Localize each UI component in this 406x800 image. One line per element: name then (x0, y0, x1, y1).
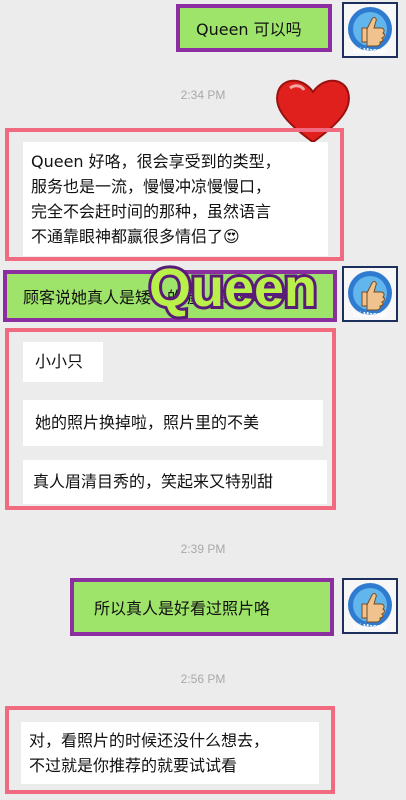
avatar[interactable]: Ini Macam (342, 2, 398, 58)
received-message-review[interactable]: Queen 好咯，很会享受到的类型， 服务也是一流，慢慢冲凉慢慢口， 完全不会赶… (5, 128, 344, 261)
received-message-small[interactable]: 小小只 (23, 342, 103, 382)
received-message-photo[interactable]: 她的照片换掉啦，照片里的不美 (23, 400, 323, 446)
message-line: 服务也是一流，慢慢冲凉慢慢口， (31, 177, 272, 196)
thumbs-up-icon: Ini Macam (348, 271, 392, 319)
timestamp: 2:56 PM (180, 672, 226, 686)
avatar-label: Ini Macam (353, 312, 387, 319)
message-line: Queen 好咯，很会享受到的类型， (31, 152, 281, 171)
message-text: 真人眉清目秀的，笑起来又特别甜 (33, 472, 274, 491)
received-message-will-try[interactable]: 对，看照片的时候还没什么想去， 不过就是你推荐的就要试试看 (5, 706, 335, 794)
avatar-label: Ini Macam (353, 624, 387, 631)
message-text: Queen 可以吗 (196, 20, 302, 39)
thumbs-up-icon: Ini Macam (348, 583, 392, 631)
sent-message-queen-ok[interactable]: Queen 可以吗 (176, 4, 332, 52)
received-message-sweet[interactable]: 真人眉清目秀的，笑起来又特别甜 (23, 460, 327, 504)
timestamp: 2:39 PM (180, 542, 226, 556)
message-text: 她的照片换掉啦，照片里的不美 (35, 413, 260, 432)
message-text: 小小只 (35, 352, 84, 371)
avatar[interactable]: Ini Macam (342, 266, 398, 322)
message-line: 完全不会赶时间的那种，虽然语言 (31, 202, 272, 221)
queen-sticker: Queen (146, 255, 320, 321)
message-text: 所以真人是好看过照片咯 (94, 599, 271, 618)
avatar-label: Ini Macam (353, 48, 387, 55)
message-line: 对，看照片的时候还没什么想去， (29, 731, 270, 750)
avatar[interactable]: Ini Macam (342, 578, 398, 634)
sent-message-better-than-photo[interactable]: 所以真人是好看过照片咯 (70, 578, 334, 636)
message-line: 不过就是你推荐的就要试试看 (29, 756, 238, 775)
thumbs-up-icon: Ini Macam (348, 7, 392, 55)
queen-sticker-text: Queen (149, 258, 317, 318)
message-line: 不通靠眼神都赢很多情侣了😍 (31, 227, 240, 246)
received-message-group: 小小只 她的照片换掉啦，照片里的不美 真人眉清目秀的，笑起来又特别甜 (5, 328, 336, 510)
